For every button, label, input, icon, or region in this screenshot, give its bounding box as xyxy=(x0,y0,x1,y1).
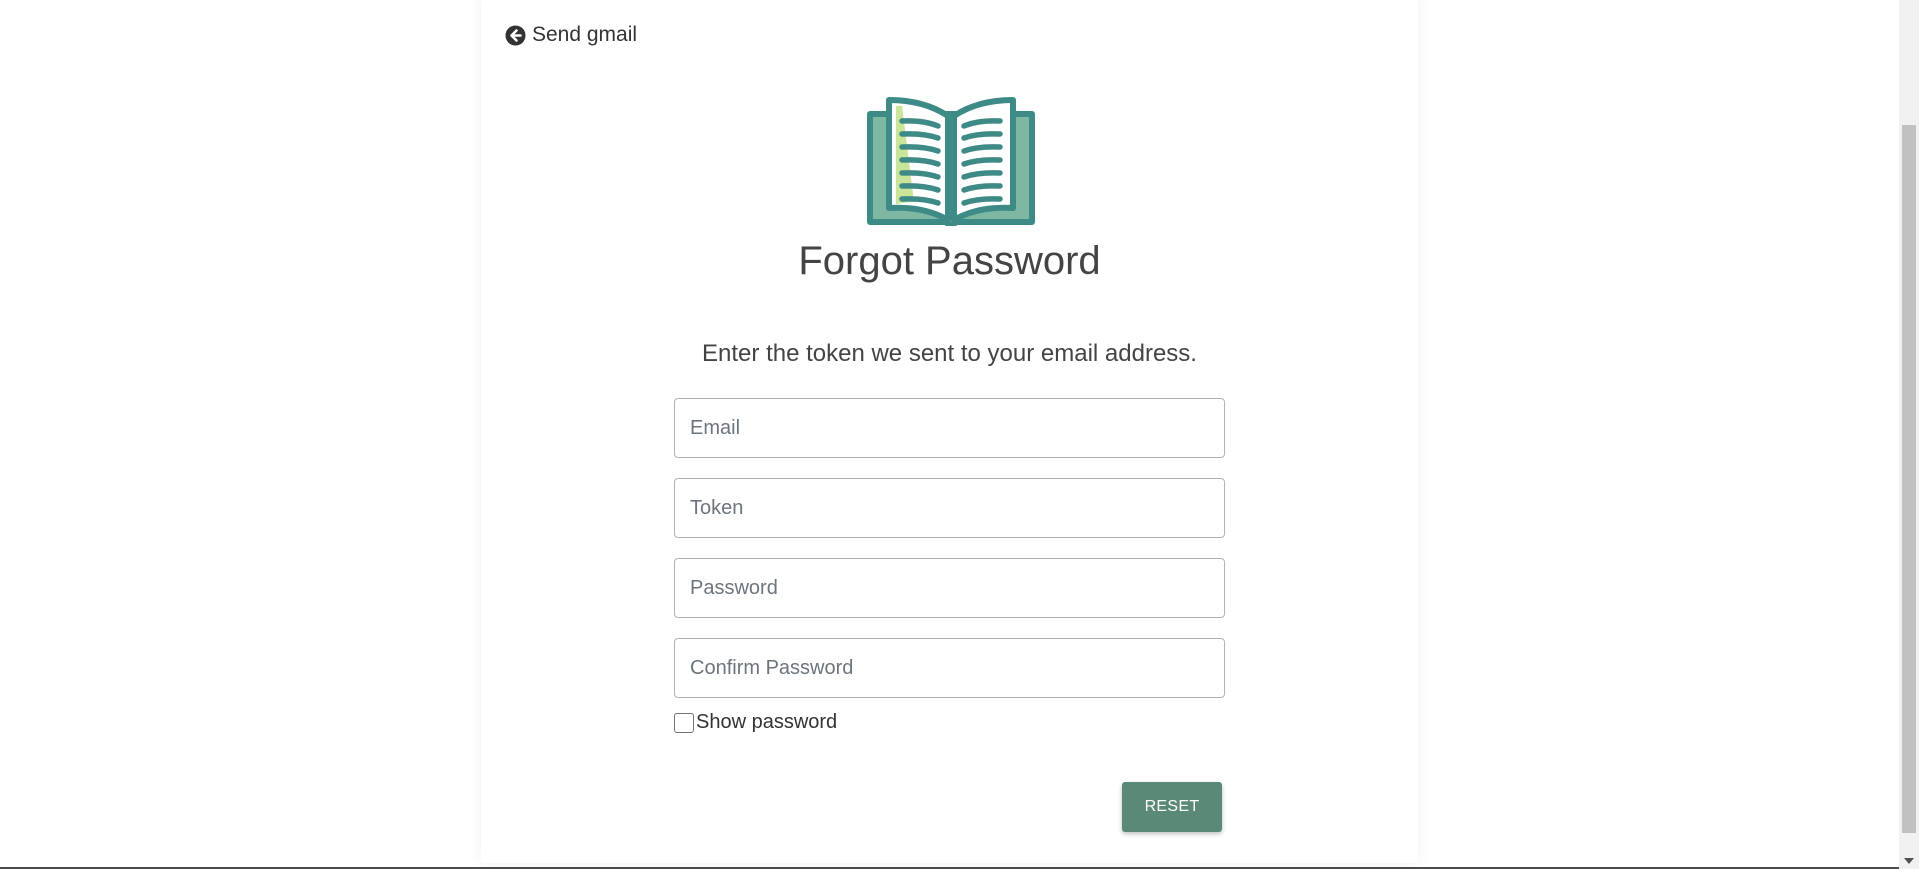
vertical-scrollbar[interactable] xyxy=(1899,0,1919,869)
token-field[interactable] xyxy=(674,478,1225,538)
show-password-label[interactable]: Show password xyxy=(696,711,837,734)
show-password-checkbox[interactable] xyxy=(674,712,694,733)
arrow-circle-left-icon xyxy=(505,25,526,46)
open-book-icon xyxy=(866,96,1036,228)
show-password-row: Show password xyxy=(674,711,837,734)
send-gmail-label: Send gmail xyxy=(532,23,638,46)
send-gmail-link[interactable]: Send gmail xyxy=(505,23,637,47)
browser-viewport: Send gmail Forgot Password Enter the tok… xyxy=(0,0,1919,869)
token-instruction: Enter the token we sent to your email ad… xyxy=(702,340,1197,367)
reset-button[interactable]: RESET xyxy=(1122,782,1222,832)
confirm-password-field[interactable] xyxy=(674,638,1225,698)
scrollbar-thumb[interactable] xyxy=(1902,125,1916,833)
password-field[interactable] xyxy=(674,558,1225,618)
page-title: Forgot Password xyxy=(798,239,1101,283)
email-field[interactable] xyxy=(674,398,1225,458)
scroll-down-arrow-icon[interactable] xyxy=(1904,858,1914,864)
forgot-password-card: Send gmail Forgot Password Enter the tok… xyxy=(481,0,1418,863)
